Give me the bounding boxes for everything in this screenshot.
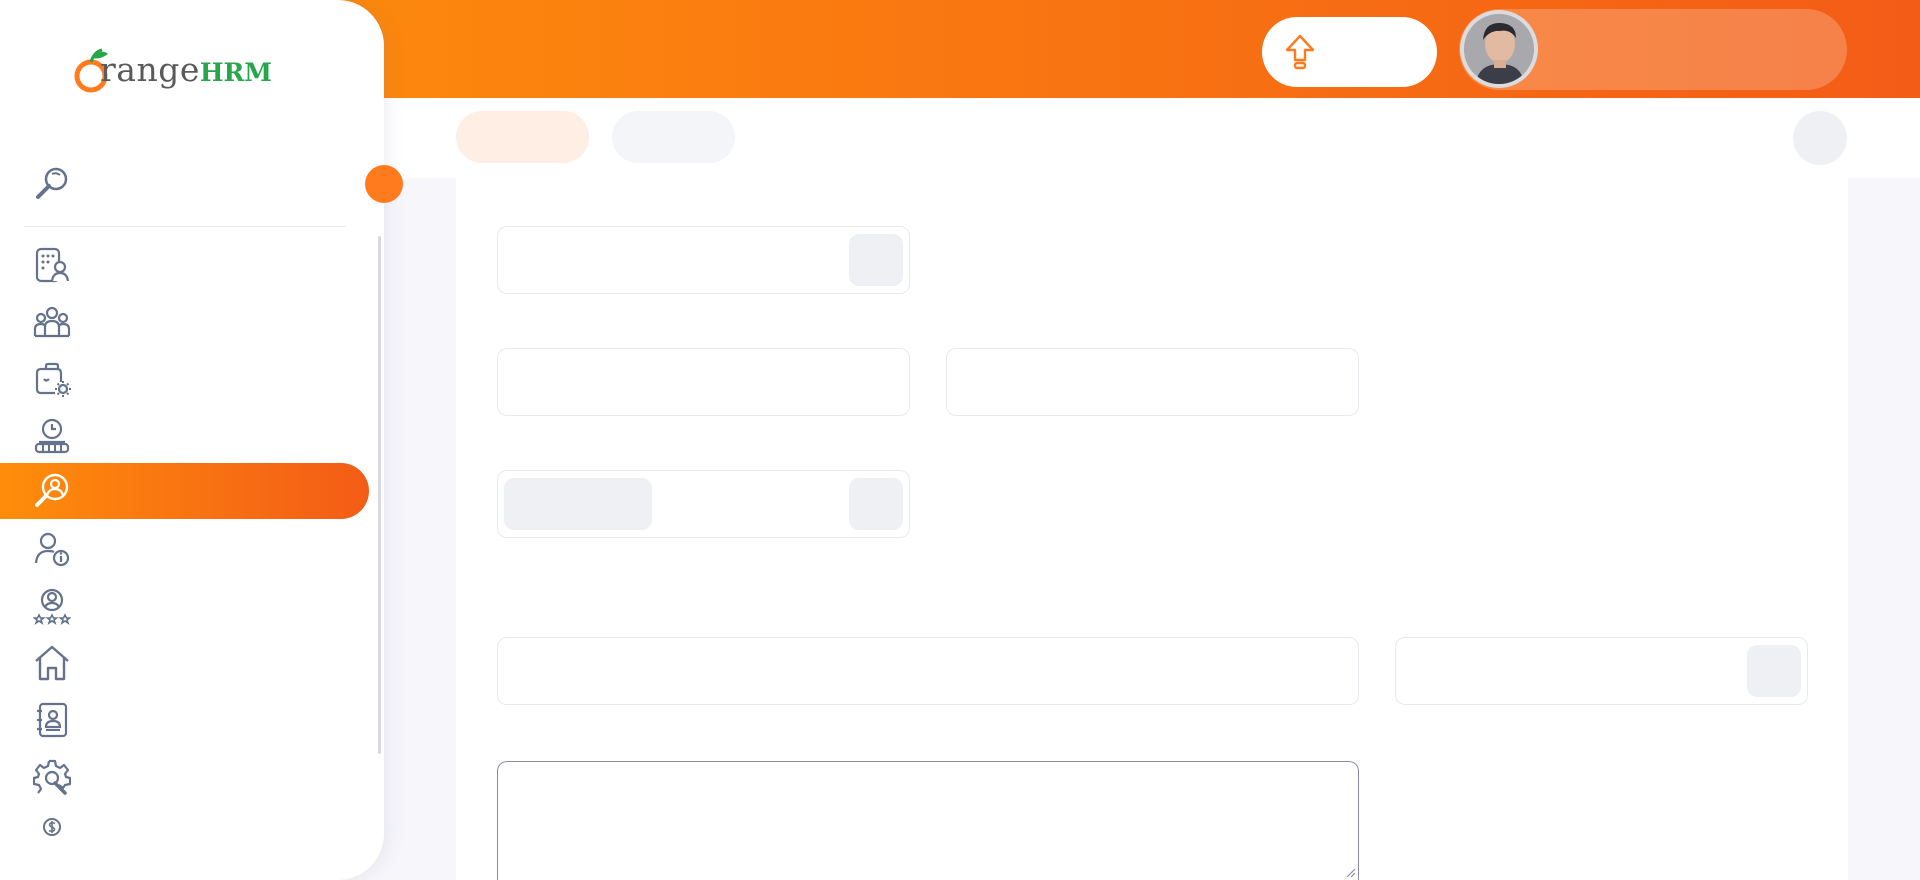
form-field-input-2[interactable] (946, 348, 1359, 416)
form-field-input-1[interactable] (497, 348, 910, 416)
sidebar-item-my-info[interactable] (0, 521, 369, 577)
browse-button[interactable] (504, 478, 652, 530)
home-icon (35, 645, 69, 681)
brand-hrm-text: HRM (199, 58, 272, 87)
dropdown-toggle[interactable] (849, 478, 903, 530)
sidebar-item-claim[interactable] (0, 799, 369, 855)
brand-name: rangeHRM (100, 50, 272, 89)
sidebar-item-leave[interactable] (0, 351, 369, 407)
employees-icon (33, 306, 71, 338)
performance-icon (33, 588, 71, 625)
sidebar-item-admin[interactable] (0, 237, 369, 293)
sidebar-item-search[interactable] (0, 155, 369, 211)
resize-handle-icon[interactable] (1344, 866, 1356, 878)
sidebar-item-time[interactable] (0, 408, 369, 464)
directory-icon (37, 702, 68, 738)
upgrade-arrow-icon (1285, 34, 1315, 70)
user-avatar[interactable] (1460, 10, 1538, 88)
tab-secondary[interactable] (612, 111, 735, 163)
calendar-button[interactable] (1747, 645, 1801, 697)
form-field-date[interactable] (1395, 637, 1808, 705)
form-field-select-1[interactable] (497, 226, 910, 294)
sidebar-divider (24, 226, 346, 227)
claim-icon (43, 818, 61, 836)
admin-icon (35, 247, 70, 283)
sidebar-item-pim[interactable] (0, 294, 369, 350)
sidebar-scrollbar[interactable] (378, 236, 381, 754)
sidebar-collapse-button[interactable] (365, 165, 403, 203)
leave-icon (35, 362, 71, 397)
help-button[interactable] (1793, 111, 1847, 165)
sidebar-item-maintenance[interactable] (0, 749, 369, 805)
search-icon (36, 167, 68, 199)
sidebar: rangeHRM (0, 0, 384, 880)
sidebar-item-recruitment[interactable] (0, 463, 369, 519)
dropdown-toggle[interactable] (849, 234, 903, 286)
recruitment-icon (35, 473, 69, 507)
sub-header (384, 98, 1920, 178)
form-field-file[interactable] (497, 470, 910, 538)
upgrade-button[interactable] (1262, 17, 1437, 87)
maintenance-icon (33, 759, 71, 795)
sidebar-item-directory[interactable] (0, 692, 369, 748)
form-card (456, 178, 1848, 880)
notes-textarea[interactable] (497, 761, 1359, 880)
tab-primary[interactable] (456, 111, 589, 163)
my-info-icon (34, 532, 70, 567)
time-icon (34, 418, 70, 454)
avatar-photo (1464, 14, 1534, 84)
sidebar-item-dashboard[interactable] (0, 635, 369, 691)
sidebar-item-performance[interactable] (0, 578, 369, 634)
brand-name-text: range (100, 50, 200, 89)
form-field-input-wide[interactable] (497, 637, 1359, 705)
